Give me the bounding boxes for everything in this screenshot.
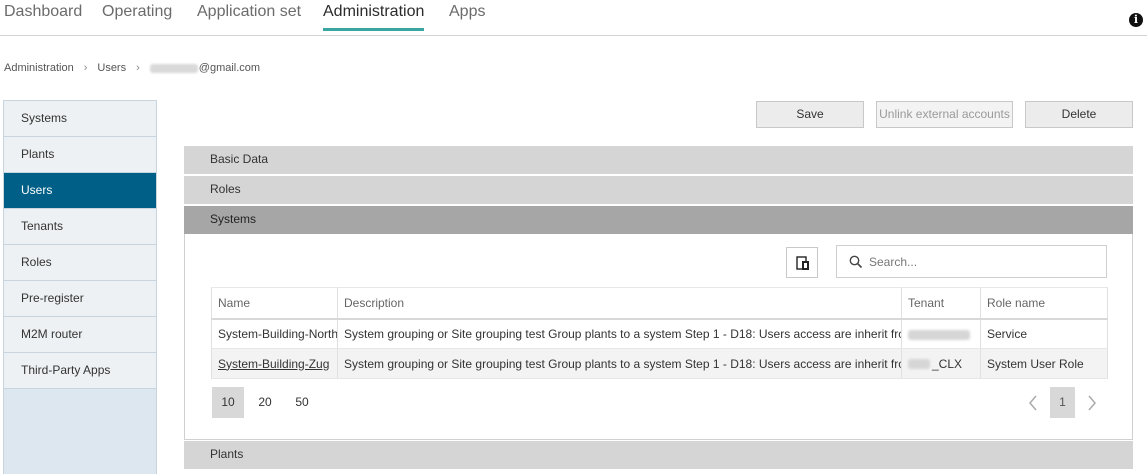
- chevron-left-icon: [1029, 395, 1037, 410]
- section-plants[interactable]: Plants: [184, 441, 1133, 469]
- page-size-10[interactable]: 10: [212, 387, 244, 418]
- page-size-20[interactable]: 20: [249, 387, 281, 418]
- save-button[interactable]: Save: [756, 101, 864, 128]
- search-input[interactable]: [869, 253, 1099, 271]
- sidebar-item-third-party-apps[interactable]: Third-Party Apps: [4, 353, 156, 389]
- redacted-text: [908, 329, 970, 340]
- table-header-row: Name Description Tenant Role name: [211, 287, 1108, 320]
- section-roles[interactable]: Roles: [184, 176, 1133, 204]
- search-box[interactable]: [836, 245, 1107, 278]
- cell-role: Service: [980, 318, 1108, 349]
- unlink-external-accounts-button[interactable]: Unlink external accounts: [876, 101, 1013, 128]
- column-header-role-name[interactable]: Role name: [980, 287, 1108, 320]
- page-size-50[interactable]: 50: [286, 387, 318, 418]
- tab-application-set[interactable]: Application set: [197, 2, 301, 22]
- table-row[interactable]: System-Building-North System grouping or…: [211, 318, 1108, 349]
- breadcrumb-administration[interactable]: Administration: [4, 62, 74, 74]
- sidebar-item-users[interactable]: Users: [4, 173, 156, 209]
- previous-page-button[interactable]: [1022, 387, 1044, 418]
- sidebar-item-tenants[interactable]: Tenants: [4, 209, 156, 245]
- tab-administration[interactable]: Administration: [323, 2, 425, 31]
- tab-operating[interactable]: Operating: [102, 2, 172, 22]
- systems-panel: Name Description Tenant Role name System…: [184, 234, 1133, 440]
- cell-tenant: [901, 318, 981, 349]
- search-icon: [849, 255, 863, 269]
- section-systems[interactable]: Systems: [184, 206, 1133, 234]
- next-page-button[interactable]: [1081, 387, 1103, 418]
- chevron-right-icon: [1088, 395, 1096, 410]
- sidebar-item-systems[interactable]: Systems: [4, 101, 156, 137]
- tab-apps[interactable]: Apps: [449, 2, 485, 22]
- column-chooser-button[interactable]: [786, 247, 818, 278]
- breadcrumb-users[interactable]: Users: [97, 62, 126, 74]
- breadcrumb-current-user: @gmail.com: [198, 62, 261, 74]
- column-header-description[interactable]: Description: [337, 287, 902, 320]
- columns-icon: [796, 256, 809, 270]
- top-navigation: Dashboard Operating Application set Admi…: [0, 0, 1147, 36]
- chevron-right-icon: ›: [136, 62, 140, 74]
- tab-dashboard[interactable]: Dashboard: [4, 2, 82, 22]
- section-basic-data[interactable]: Basic Data: [184, 146, 1133, 174]
- cell-name: System-Building-Zug: [211, 348, 338, 379]
- sidebar-item-roles[interactable]: Roles: [4, 245, 156, 281]
- cell-name: System-Building-North: [211, 318, 338, 349]
- breadcrumb: Administration › Users › @gmail.com: [4, 62, 260, 74]
- pagination: 1: [1022, 387, 1103, 418]
- systems-table: Name Description Tenant Role name System…: [211, 287, 1108, 379]
- cell-description: System grouping or Site grouping test Gr…: [337, 348, 902, 379]
- table-row[interactable]: System-Building-Zug System grouping or S…: [211, 348, 1108, 379]
- redacted-text: [908, 359, 930, 370]
- chevron-right-icon: ›: [83, 62, 88, 74]
- page-size-selector: 10 20 50: [212, 387, 323, 418]
- sidebar: Systems Plants Users Tenants Roles Pre-r…: [3, 100, 157, 474]
- sidebar-item-plants[interactable]: Plants: [4, 137, 156, 173]
- cell-description: System grouping or Site grouping test Gr…: [337, 318, 902, 349]
- sidebar-item-m2m-router[interactable]: M2M router: [4, 317, 156, 353]
- system-link[interactable]: System-Building-Zug: [218, 357, 329, 371]
- column-header-name[interactable]: Name: [211, 287, 338, 320]
- redacted-text: [149, 63, 198, 73]
- info-icon[interactable]: i: [1129, 13, 1143, 27]
- cell-role: System User Role: [980, 348, 1108, 379]
- sidebar-item-pre-register[interactable]: Pre-register: [4, 281, 156, 317]
- page-number-button[interactable]: 1: [1050, 387, 1075, 418]
- column-header-tenant[interactable]: Tenant: [901, 287, 981, 320]
- cell-tenant: _CLX: [901, 348, 981, 379]
- delete-button[interactable]: Delete: [1025, 101, 1133, 128]
